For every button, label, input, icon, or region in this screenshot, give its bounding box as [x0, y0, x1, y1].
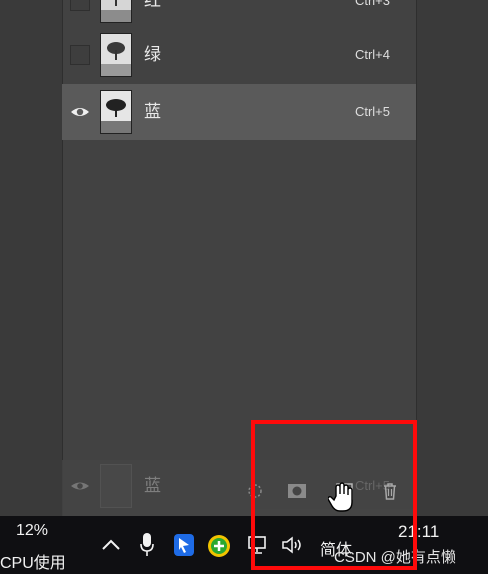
chevron-up-icon[interactable] — [101, 536, 121, 555]
cpu-label: CPU使用 — [0, 555, 66, 572]
highlight-annotation-box — [251, 420, 417, 570]
channel-name: 蓝 — [144, 476, 161, 496]
microphone-icon[interactable] — [139, 532, 155, 562]
channel-name: 蓝 — [144, 102, 161, 122]
channel-name: 绿 — [144, 45, 161, 65]
channel-thumbnail — [100, 90, 132, 134]
channel-row-red[interactable]: 红 Ctrl+3 — [62, 0, 416, 29]
channel-thumbnail — [100, 0, 132, 23]
cpu-percent: 12% — [16, 522, 49, 539]
right-margin — [416, 0, 488, 516]
channel-shortcut: Ctrl+5 — [354, 104, 390, 119]
green-plus-app-icon[interactable] — [207, 534, 231, 562]
channel-row-green[interactable]: 绿 Ctrl+4 — [62, 27, 416, 83]
channel-thumbnail — [100, 464, 132, 508]
eye-icon[interactable] — [70, 102, 90, 122]
left-margin — [0, 0, 62, 516]
eye-icon — [70, 478, 90, 494]
blue-app-icon[interactable] — [173, 533, 195, 561]
channel-name: 红 — [144, 0, 161, 11]
channel-shortcut: Ctrl+4 — [354, 47, 390, 62]
visibility-toggle[interactable] — [70, 45, 90, 65]
channel-row-blue[interactable]: 蓝 Ctrl+5 — [62, 84, 416, 140]
visibility-toggle[interactable] — [70, 0, 90, 11]
channel-shortcut: Ctrl+3 — [354, 0, 390, 8]
channel-thumbnail — [100, 33, 132, 77]
